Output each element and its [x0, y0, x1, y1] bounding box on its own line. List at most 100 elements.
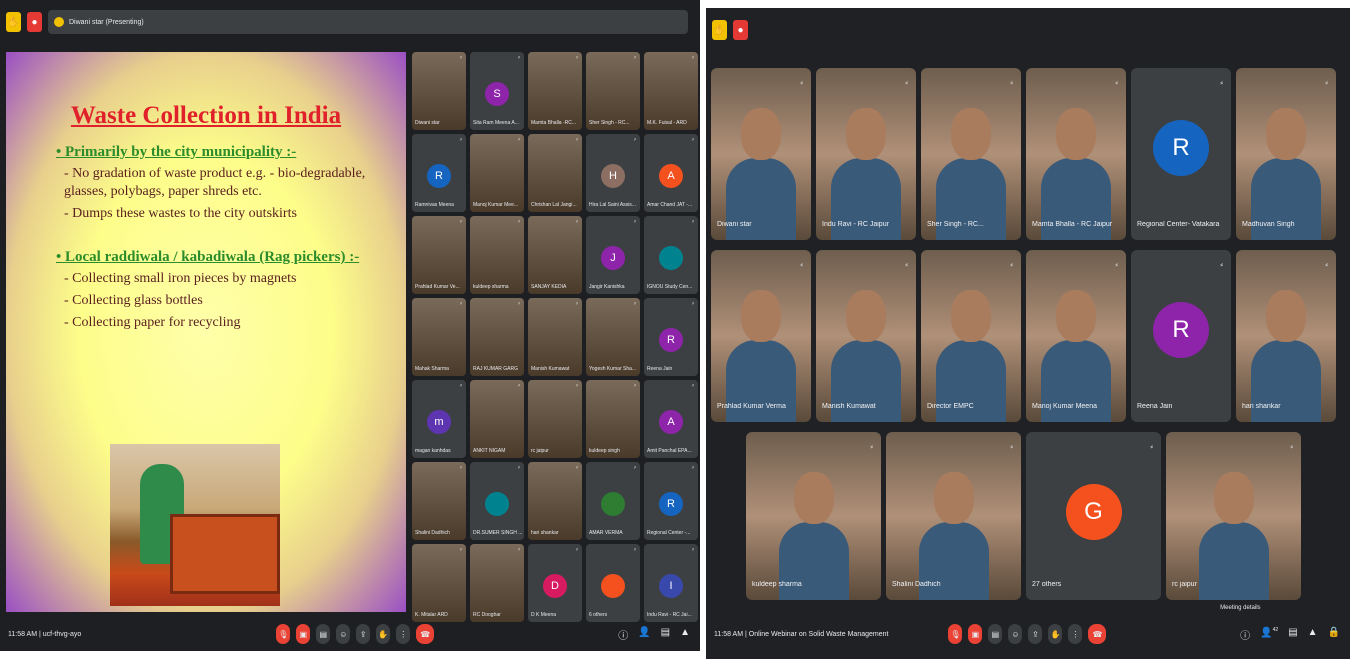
participant-tile[interactable]: ⸗ Director EMPC	[921, 250, 1021, 422]
participant-tile[interactable]: ⸗ Mamta Bhalla - RC Jaipur	[1026, 68, 1126, 240]
video-feed-person	[1266, 290, 1306, 342]
participant-tile[interactable]: ⸗ Shalini Dadhich	[886, 432, 1021, 600]
participant-tile[interactable]: ⸗ Manoj Kumar Meena	[1026, 250, 1126, 422]
participant-tile[interactable]: ⸗ rc jaipur	[528, 380, 582, 458]
activities-icon[interactable]: ▲	[680, 627, 690, 642]
participant-tile[interactable]: ⸗ DR.SUMER SINGH ...	[470, 462, 524, 540]
participant-tile[interactable]: ⸗ Yogesh Kumar Sha...	[586, 298, 640, 376]
participant-tile[interactable]: ⸗ Mahak Sharma	[412, 298, 466, 376]
end-call-icon[interactable]: ☎	[416, 624, 435, 644]
end-call-icon[interactable]: ☎	[1088, 624, 1107, 644]
mic-muted-icon: ⸗	[576, 301, 578, 307]
participant-tile[interactable]: ⸗ S Sita Ram Meena A...	[470, 52, 524, 130]
participant-name: hari shankar	[1242, 403, 1281, 410]
participant-tile[interactable]: ⸗ J Jangir Kanishka	[586, 216, 640, 294]
participant-tile[interactable]: ⸗ ANKIT NIGAM	[470, 380, 524, 458]
chat-icon[interactable]: ▤	[661, 627, 670, 642]
participant-tile[interactable]: ⸗ D D K Meena	[528, 544, 582, 622]
participant-tile[interactable]: ⸗ Mamta Bhalla -RC...	[528, 52, 582, 130]
info-icon[interactable]: ⓘ	[618, 627, 628, 642]
activities-icon[interactable]: ▲	[1308, 627, 1318, 642]
video-feed-body	[778, 522, 849, 600]
pin-icon[interactable]: ✋	[6, 12, 21, 32]
participant-tile[interactable]: ⸗ Prahlad Kumar Verma	[711, 250, 811, 422]
participant-tile[interactable]: ⸗ Manoj Kumar Mee...	[470, 134, 524, 212]
participant-tile[interactable]: ⸗ RC Dooghar	[470, 544, 524, 622]
participant-avatar	[601, 574, 625, 598]
participant-name: Prahlad Kumar Verma	[717, 403, 786, 410]
participant-tile[interactable]: ⸗ Manish Kumawat	[528, 298, 582, 376]
record-icon[interactable]: ●	[27, 12, 42, 32]
mic-muted-icon: ⸗	[1010, 78, 1013, 87]
participant-tile[interactable]: ⸗ kuldeep singh	[586, 380, 640, 458]
mic-muted-icon: ⸗	[1325, 78, 1328, 87]
participant-tile[interactable]: ⸗ IGNOU Study Cen...	[644, 216, 698, 294]
people-icon[interactable]: 👤42	[1260, 627, 1278, 642]
participant-tile[interactable]: ⸗ G 27 others	[1026, 432, 1161, 600]
host-controls-icon[interactable]: 🔒	[1328, 627, 1340, 642]
participant-tile[interactable]: ⸗ Manish Kumawat	[816, 250, 916, 422]
more-options-icon[interactable]: ⋮	[1068, 624, 1083, 644]
participant-tile[interactable]: ⸗ Indu Ravi - RC Jaipur	[816, 68, 916, 240]
participant-tile[interactable]: ⸗ A Amit Panchal EPA...	[644, 380, 698, 458]
present-icon[interactable]: ⇪	[356, 624, 371, 644]
participant-tile[interactable]: ⸗ rc jaipur	[1166, 432, 1301, 600]
participant-tile[interactable]: ⸗ Madhuvan Singh	[1236, 68, 1336, 240]
mic-muted-icon: ⸗	[692, 219, 694, 225]
mic-off-icon[interactable]: 🎙	[948, 624, 963, 644]
chat-icon[interactable]: ▤	[1288, 627, 1297, 642]
participant-tile[interactable]: ⸗ SANJAY KEDIA	[528, 216, 582, 294]
participant-tile[interactable]: ⸗ M.K. Fuisal - ARD	[644, 52, 698, 130]
participant-tile[interactable]: ⸗ R Regional Center -...	[644, 462, 698, 540]
participant-tile[interactable]: ⸗ Diwani star	[711, 68, 811, 240]
participant-name: magan kanhdas	[415, 448, 451, 454]
mic-muted-icon: ⸗	[576, 383, 578, 389]
participant-tile[interactable]: ⸗ hari shankar	[528, 462, 582, 540]
participant-name: Madhuvan Singh	[1242, 221, 1295, 228]
participant-tile[interactable]: ⸗ Shalini Dadhich	[412, 462, 466, 540]
slide-photo-rag-picker	[110, 444, 280, 606]
participant-tile[interactable]: ⸗ R Ramnivas Meena	[412, 134, 466, 212]
pin-icon[interactable]: ✋	[712, 20, 727, 40]
raise-hand-icon[interactable]: ✋	[1048, 624, 1063, 644]
participant-tile[interactable]: ⸗ Diwani star	[412, 52, 466, 130]
mic-muted-icon: ⸗	[518, 219, 520, 225]
raise-hand-icon[interactable]: ✋	[376, 624, 391, 644]
participant-tile[interactable]: ⸗ kuldeep sharma	[470, 216, 524, 294]
captions-icon[interactable]: ▤	[316, 624, 331, 644]
participant-tile[interactable]: ⸗ R Reena Jain	[1131, 250, 1231, 422]
participant-tile[interactable]: ⸗ R Regional Center- Vatakara	[1131, 68, 1231, 240]
participant-tile[interactable]: ⸗ A Amar Chand JAT -...	[644, 134, 698, 212]
participant-tile[interactable]: ⸗ R Reena Jain	[644, 298, 698, 376]
participant-tile[interactable]: ⸗ kuldeep sharma	[746, 432, 881, 600]
participant-tile[interactable]: ⸗ AMAR VERMA	[586, 462, 640, 540]
participant-name: Indu Ravi - RC Jaipur	[822, 221, 889, 228]
record-icon[interactable]: ●	[733, 20, 748, 40]
emoji-icon[interactable]: ☺	[336, 624, 351, 644]
participant-tile[interactable]: ⸗ K. Mitalar ARD	[412, 544, 466, 622]
participant-tile[interactable]: ⸗ Sher Singh - RC...	[921, 68, 1021, 240]
participant-tile[interactable]: ⸗ Chrishan Lal Jangi...	[528, 134, 582, 212]
present-icon[interactable]: ⇪	[1028, 624, 1043, 644]
people-icon[interactable]: 👤	[638, 627, 650, 642]
participant-tile[interactable]: ⸗ Sher Singh - RC...	[586, 52, 640, 130]
participant-name: IGNOU Study Cen...	[647, 284, 693, 290]
captions-icon[interactable]: ▤	[988, 624, 1003, 644]
mic-off-icon[interactable]: 🎙	[276, 624, 291, 644]
participant-tile[interactable]: ⸗ hari shankar	[1236, 250, 1336, 422]
participant-tile[interactable]: ⸗ m magan kanhdas	[412, 380, 466, 458]
participant-tile[interactable]: ⸗ 6 others	[586, 544, 640, 622]
participant-tile[interactable]: ⸗ I Indu Ravi - RC Jai...	[644, 544, 698, 622]
emoji-icon[interactable]: ☺	[1008, 624, 1023, 644]
info-icon[interactable]: ⓘ	[1240, 627, 1250, 642]
camera-off-icon[interactable]: ▣	[296, 624, 311, 644]
participant-tile[interactable]: ⸗ H Hira Lal Saini Assis...	[586, 134, 640, 212]
participant-tile[interactable]: ⸗ RAJ KUMAR GARG	[470, 298, 524, 376]
camera-off-icon[interactable]: ▣	[968, 624, 983, 644]
call-controls: 🎙 ▣ ▤ ☺ ⇪ ✋ ⋮ ☎	[276, 624, 435, 644]
more-options-icon[interactable]: ⋮	[396, 624, 411, 644]
participant-tile[interactable]: ⸗ Prahlad Kumar Ve...	[412, 216, 466, 294]
slide-bullet-1: Primarily by the city municipality :-	[56, 144, 406, 161]
participant-avatar: A	[659, 410, 683, 434]
video-feed-person	[741, 290, 781, 342]
